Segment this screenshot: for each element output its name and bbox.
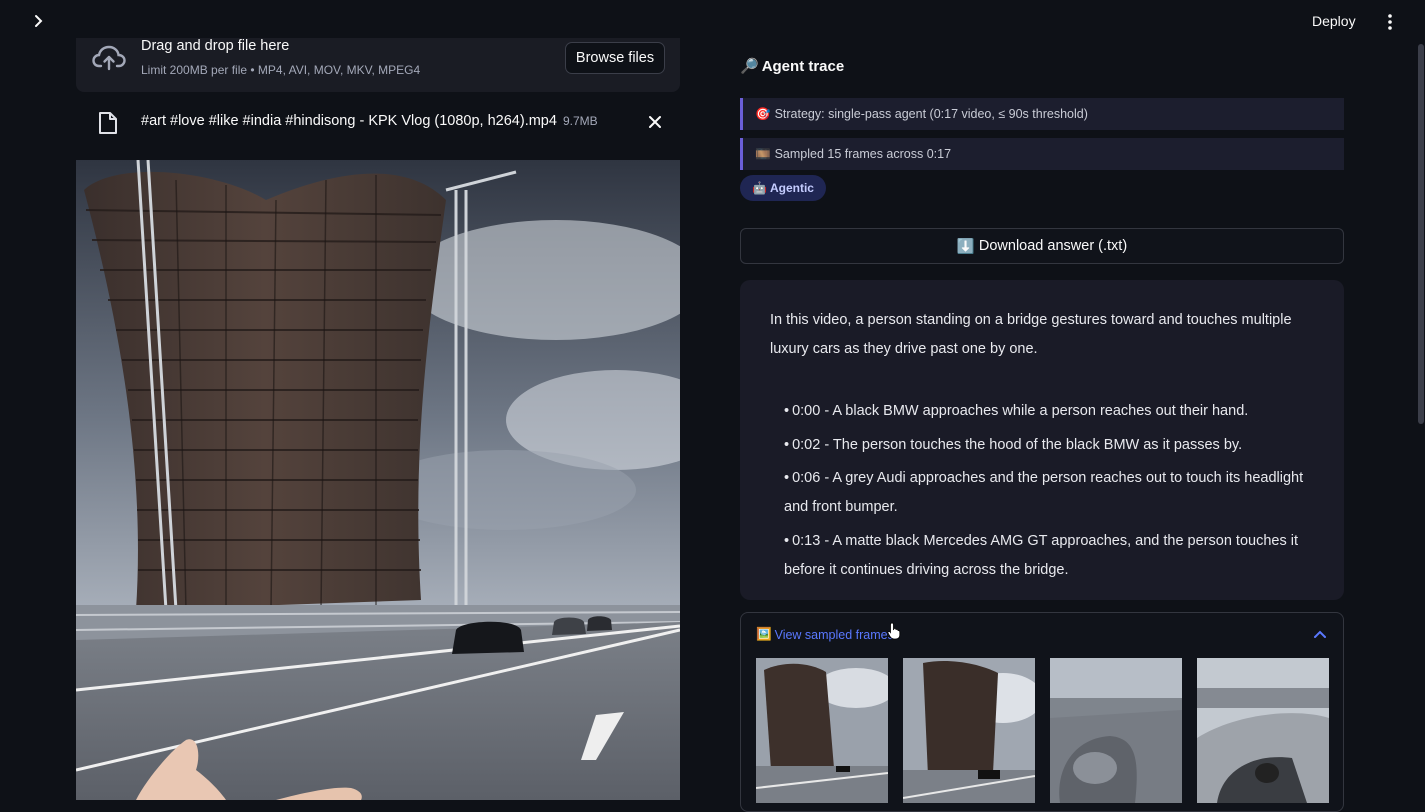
trace-strategy-text: Strategy: single-pass agent (0:17 video,…	[774, 107, 1088, 121]
badge-label: Agentic	[769, 181, 814, 195]
list-item: • 0:02 - The person touches the hood of t…	[784, 436, 1243, 453]
dropzone-limit: Limit 200MB per file • MP4, AVI, MOV, MK…	[141, 63, 421, 77]
page-scrollbar[interactable]	[1418, 44, 1424, 424]
kebab-menu-icon	[1388, 14, 1392, 30]
deploy-button[interactable]: Deploy	[1312, 13, 1356, 29]
file-dropzone[interactable]: Drag and drop file here Limit 200MB per …	[76, 38, 680, 92]
sampled-frames-expander: 🖼️ View sampled frames	[740, 612, 1344, 812]
frame-thumbnail-image	[1050, 658, 1182, 803]
list-item-text: 0:00 - A black BMW approaches while a pe…	[792, 403, 1249, 419]
file-name-text: #art #love #like #india #hindisong - KPK…	[141, 113, 557, 129]
framed-picture-icon: 🖼️	[756, 627, 772, 641]
frame-thumbnail-image	[756, 658, 888, 803]
answer-list: • 0:00 - A black BMW approaches while a p…	[770, 397, 1314, 585]
list-item: • 0:06 - A grey Audi approaches and the p…	[784, 470, 1304, 515]
magnifier-icon: 🔎	[740, 58, 759, 75]
answer-intro: In this video, a person standing on a br…	[770, 312, 1292, 357]
trace-sampled: 🎞️ Sampled 15 frames across 0:17	[740, 138, 1344, 170]
uploaded-file-row: #art #love #like #india #hindisong - KPK…	[76, 100, 680, 144]
trace-strategy: 🎯 Strategy: single-pass agent (0:17 vide…	[740, 98, 1344, 130]
frame-thumbnail-image	[903, 658, 1035, 803]
chevron-right-icon	[35, 15, 43, 27]
target-icon: 🎯	[755, 106, 771, 121]
main-menu-button[interactable]	[1380, 11, 1400, 33]
sampled-frames-label: View sampled frames	[774, 627, 894, 642]
list-item-text: 0:02 - The person touches the hood of th…	[792, 436, 1243, 453]
list-item-text: 0:13 - A matte black Mercedes AMG GT app…	[784, 532, 1298, 578]
video-player[interactable]	[76, 160, 680, 800]
list-item-text: 0:06 - A grey Audi approaches and the pe…	[784, 470, 1304, 515]
download-icon: ⬇️	[956, 238, 975, 255]
robot-icon: 🤖	[752, 181, 767, 195]
file-size: 9.7MB	[562, 114, 598, 128]
frame-thumbnail[interactable]	[903, 658, 1035, 803]
sampled-frames-toggle[interactable]: 🖼️ View sampled frames	[756, 627, 894, 642]
video-frame-image	[76, 160, 680, 800]
download-answer-button[interactable]: ⬇️ Download answer (.txt)	[740, 228, 1344, 264]
film-icon: 🎞️	[755, 146, 771, 161]
frame-thumbnail[interactable]	[1197, 658, 1329, 803]
mode-badge: 🤖 Agentic	[740, 175, 826, 201]
cloud-upload-icon	[92, 45, 126, 71]
remove-file-icon[interactable]	[646, 113, 664, 131]
list-item: • 0:00 - A black BMW approaches while a p…	[784, 403, 1249, 419]
uploaded-file-name: #art #love #like #india #hindisong - KPK…	[141, 113, 598, 129]
agent-trace-title: Agent trace	[761, 57, 845, 75]
browse-files-button[interactable]: Browse files	[565, 42, 665, 74]
hand-cursor-icon	[887, 622, 901, 640]
frame-thumbnail[interactable]	[756, 658, 888, 803]
trace-sampled-text: Sampled 15 frames across 0:17	[774, 147, 952, 161]
list-item: • 0:13 - A matte black Mercedes AMG GT ap…	[784, 532, 1298, 578]
file-icon	[99, 112, 117, 134]
frame-thumbnail[interactable]	[1050, 658, 1182, 803]
expand-sidebar-button[interactable]	[28, 10, 50, 32]
answer-panel: In this video, a person standing on a br…	[740, 280, 1344, 600]
chevron-up-icon[interactable]	[1313, 629, 1327, 639]
download-label: Download answer (.txt)	[978, 238, 1128, 254]
dropzone-title: Drag and drop file here	[141, 38, 290, 54]
frame-thumbnail-image	[1197, 658, 1329, 803]
agent-trace-heading: 🔎 Agent trace	[740, 57, 845, 76]
